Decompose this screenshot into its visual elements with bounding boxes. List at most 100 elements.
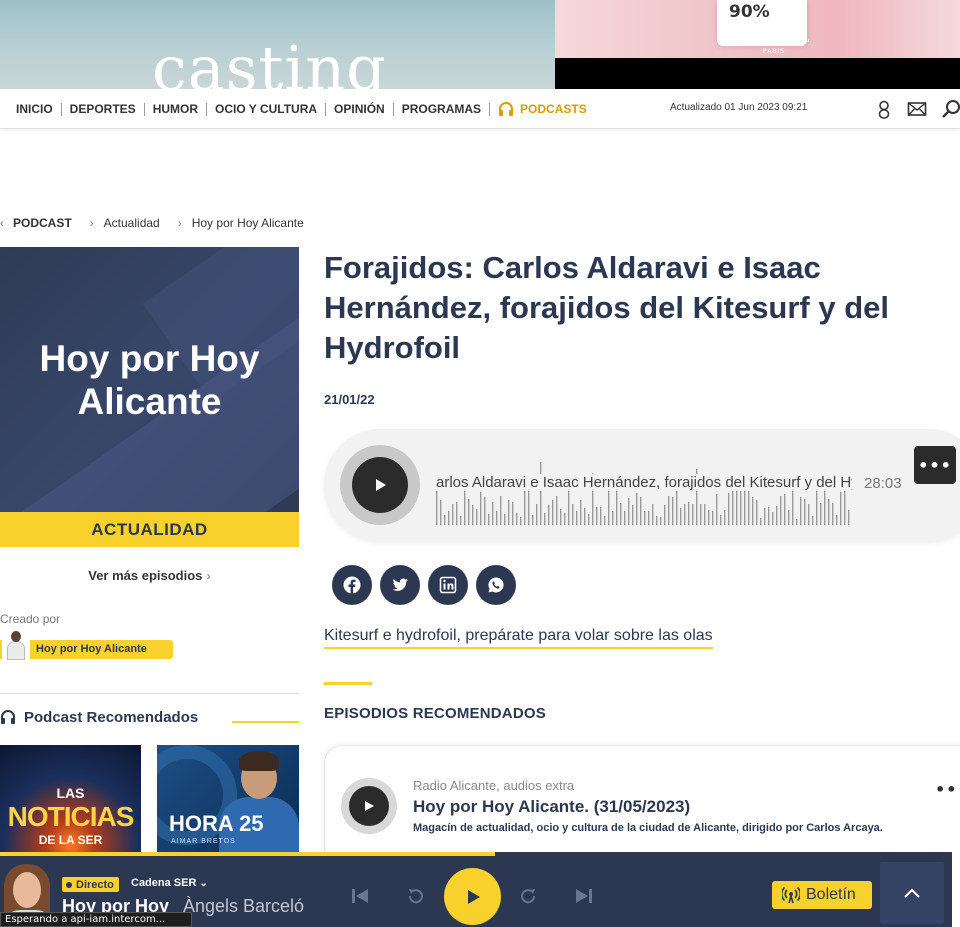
waveform-bar bbox=[764, 508, 766, 525]
podcast-cover[interactable]: Hoy por Hoy Alicante ACTUALIDAD bbox=[0, 247, 299, 547]
station-selector[interactable]: Cadena SER ⌄ bbox=[131, 877, 208, 889]
search-icon[interactable] bbox=[941, 99, 960, 119]
waveform-bar bbox=[460, 516, 462, 525]
forward-button[interactable] bbox=[516, 884, 540, 908]
waveform-bar bbox=[464, 489, 466, 525]
waveform-bar bbox=[844, 489, 846, 525]
chevron-right-icon: › bbox=[177, 216, 182, 230]
waveform-bar bbox=[572, 504, 574, 525]
waveform-bar bbox=[588, 514, 590, 525]
waveform-bar bbox=[836, 515, 838, 525]
waveform-bar bbox=[676, 487, 678, 525]
banner-ad-brand: L'ORÉAL bbox=[743, 31, 811, 46]
waveform-bar bbox=[568, 485, 570, 525]
waveform-bar bbox=[580, 500, 582, 525]
more-episodes-link[interactable]: Ver más episodios › bbox=[0, 568, 299, 583]
waveform-bar bbox=[508, 500, 510, 525]
mail-icon[interactable] bbox=[907, 99, 927, 119]
live-progress-bar[interactable] bbox=[0, 852, 495, 856]
recommended-podcast-las-noticias[interactable]: LAS NOTICIAS DE LA SER bbox=[0, 745, 141, 855]
nav-item-programas[interactable]: PROGRAMAS bbox=[394, 102, 491, 116]
episode-play-ring bbox=[341, 778, 397, 834]
waveform-bar bbox=[796, 519, 798, 525]
section-accent-bar bbox=[324, 682, 372, 685]
nav-item-opinion[interactable]: OPINIÓN bbox=[326, 102, 394, 116]
nav-item-deportes[interactable]: DEPORTES bbox=[62, 102, 145, 116]
podcast-cover-title: Hoy por Hoy Alicante bbox=[39, 338, 260, 422]
share-linkedin-button[interactable] bbox=[428, 565, 468, 605]
waveform-bar bbox=[652, 504, 654, 525]
waveform-bar bbox=[716, 494, 718, 525]
waveform-bar bbox=[660, 517, 662, 525]
waveform-bar bbox=[680, 508, 682, 525]
nav-item-podcasts[interactable]: PODCASTS bbox=[490, 102, 595, 116]
waveform-bar bbox=[624, 511, 626, 525]
skip-previous-icon bbox=[352, 889, 368, 903]
player-track-title: arlos Aldaravi e Isaac Hernández, foraji… bbox=[436, 474, 852, 491]
previous-button[interactable] bbox=[348, 884, 372, 908]
waveform-bar bbox=[664, 505, 666, 525]
nav-podcasts-label: PODCASTS bbox=[520, 101, 587, 116]
scroll-to-top-button[interactable] bbox=[880, 862, 944, 924]
waveform-bar bbox=[644, 511, 646, 525]
breadcrumb-item-program[interactable]: › Hoy por Hoy Alicante bbox=[160, 216, 304, 230]
rewind-button[interactable] bbox=[404, 884, 428, 908]
waveform-bar bbox=[604, 516, 606, 525]
play-button[interactable] bbox=[352, 457, 408, 513]
boletin-button[interactable]: Boletín bbox=[772, 881, 872, 909]
waveform-bar bbox=[552, 500, 554, 525]
waveform-bar bbox=[468, 499, 470, 525]
waveform-bar bbox=[600, 507, 602, 525]
waveform-bar bbox=[456, 502, 458, 525]
top-banner-ad[interactable]: casting 90% L'ORÉAL PARIS bbox=[0, 0, 960, 89]
waveform-bar bbox=[720, 515, 722, 525]
nav-item-humor[interactable]: HUMOR bbox=[145, 102, 208, 116]
breadcrumb-item-actualidad[interactable]: › Actualidad bbox=[72, 216, 160, 230]
episode-date: 21/01/22 bbox=[324, 392, 375, 407]
waveform-bar bbox=[816, 485, 818, 525]
episode-source[interactable]: Radio Alicante, audios extra bbox=[413, 778, 574, 793]
waveform-bar bbox=[628, 498, 630, 525]
waveform-bar bbox=[736, 486, 738, 525]
waveform-bar bbox=[780, 496, 782, 525]
waveform-bar bbox=[524, 487, 526, 525]
waveform-bar bbox=[500, 496, 502, 525]
waveform-bar bbox=[504, 514, 506, 525]
recommended-podcast-hora-25[interactable]: HORA 25 AIMAR BRETOS bbox=[157, 745, 299, 855]
episode-card-title[interactable]: Hoy por Hoy Alicante. (31/05/2023) bbox=[413, 797, 690, 817]
waveform-bar bbox=[536, 504, 538, 525]
episode-play-button[interactable] bbox=[349, 786, 389, 826]
episode-description-link[interactable]: Kitesurf e hydrofoil, prepárate para vol… bbox=[324, 627, 713, 649]
waveform-bar bbox=[772, 512, 774, 525]
waveform-bar bbox=[488, 514, 490, 525]
chevron-left-icon: ‹ bbox=[0, 216, 4, 230]
share-twitter-button[interactable] bbox=[380, 565, 420, 605]
waveform-bar bbox=[632, 505, 634, 525]
episode-more-button[interactable]: ••• bbox=[935, 780, 960, 799]
breadcrumb-item-podcast[interactable]: ‹ PODCAST bbox=[0, 216, 72, 230]
banner-casting-ad[interactable]: casting bbox=[0, 0, 555, 89]
podcast-category: ACTUALIDAD bbox=[0, 512, 299, 547]
waveform-bar bbox=[824, 489, 826, 525]
live-play-button[interactable] bbox=[444, 868, 501, 925]
share-whatsapp-button[interactable] bbox=[476, 565, 516, 605]
banner-loreal-ad[interactable]: 90% L'ORÉAL PARIS bbox=[555, 0, 960, 89]
share-facebook-button[interactable] bbox=[332, 565, 372, 605]
nav-item-ocio-y-cultura[interactable]: OCIO Y CULTURA bbox=[207, 102, 327, 116]
next-button[interactable] bbox=[572, 884, 596, 908]
nav-item-inicio[interactable]: INICIO bbox=[8, 102, 62, 116]
waveform-bar bbox=[620, 503, 622, 525]
divider bbox=[0, 693, 299, 694]
waveform-bar bbox=[804, 499, 806, 525]
waveform-bar bbox=[788, 510, 790, 525]
user-icon[interactable] bbox=[874, 99, 894, 119]
waveform-bar bbox=[596, 507, 598, 525]
player-menu-button[interactable]: ••• bbox=[914, 446, 956, 484]
chevron-right-icon: › bbox=[206, 568, 211, 583]
linkedin-icon bbox=[439, 576, 457, 594]
breadcrumb: ‹ PODCAST › Actualidad › Hoy por Hoy Ali… bbox=[0, 214, 304, 232]
facebook-icon bbox=[343, 576, 361, 594]
waveform-bar bbox=[492, 502, 494, 525]
waveform-bar bbox=[752, 497, 754, 525]
headphones-icon bbox=[0, 710, 15, 724]
